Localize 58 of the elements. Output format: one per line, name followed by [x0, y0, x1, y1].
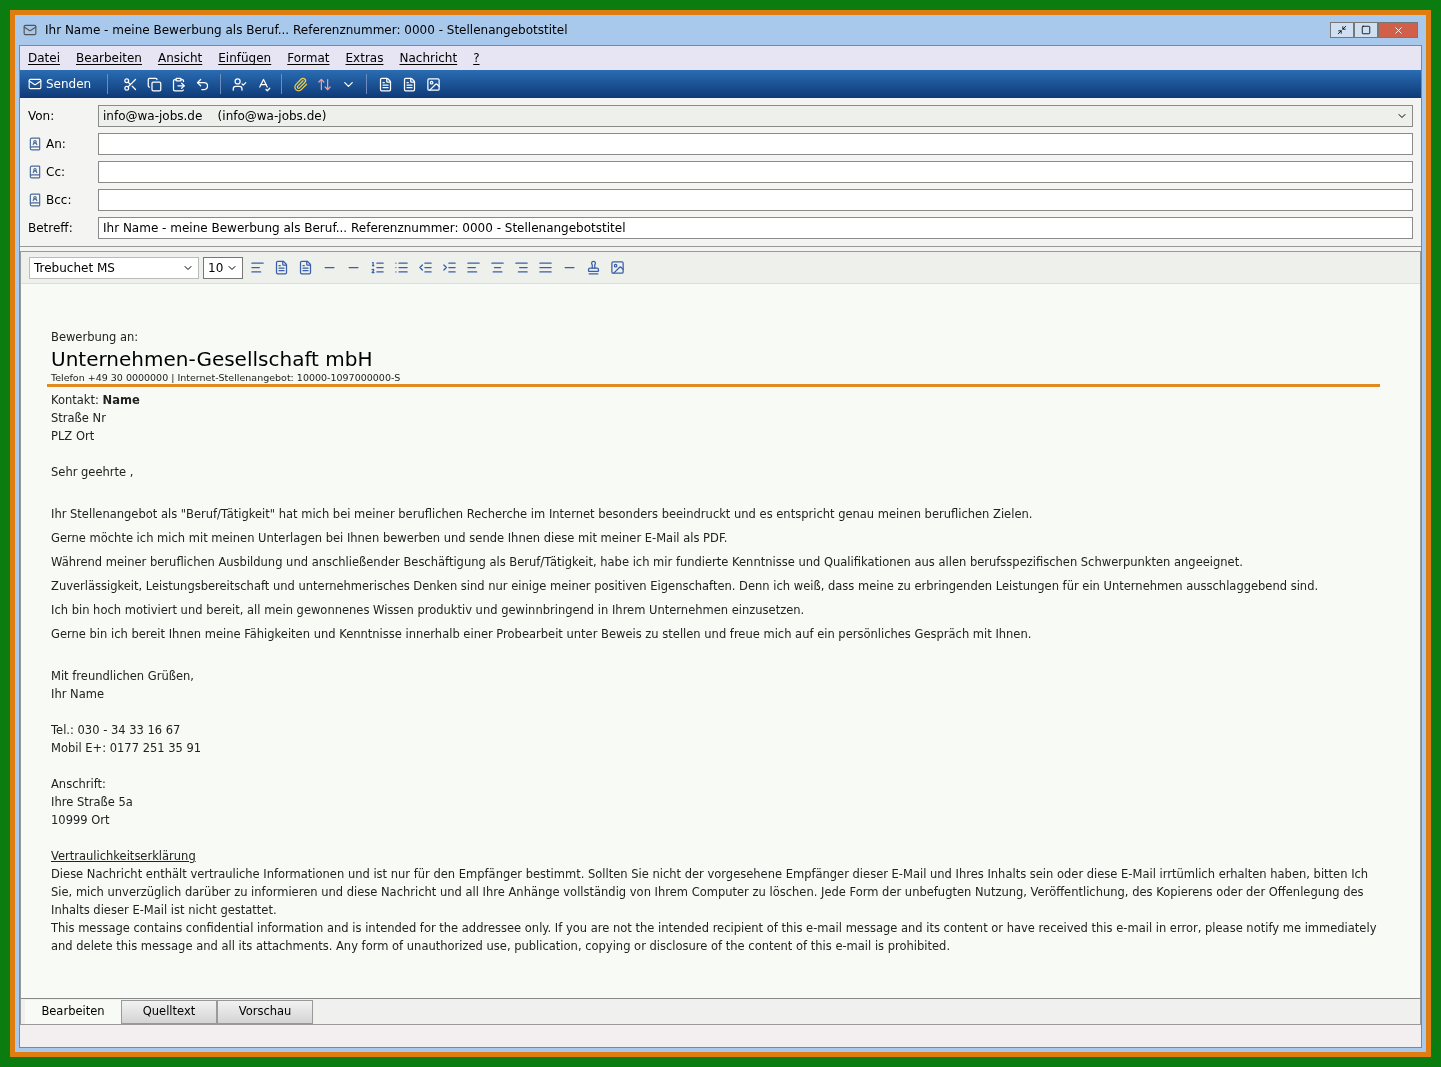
menu-item[interactable]: Format: [287, 49, 330, 67]
field-label: Cc:: [46, 164, 66, 181]
menu-item[interactable]: Ansicht: [157, 49, 203, 67]
menu-item[interactable]: Datei: [28, 49, 60, 67]
phone-line: Mobil E+: 0177 251 35 91: [51, 740, 203, 757]
menu-item[interactable]: Bearbeiten: [76, 49, 142, 67]
field-label: Betreff:: [28, 220, 73, 237]
letter-paragraph: Gerne bin ich bereit Ihnen meine Fähigkeiten und Kenntnisse innerhalb einer Probearbeit unter Beweis zu stellen und freue mich auf ein persönliches Gespräch mit Ihnen.: [51, 626, 1033, 643]
window-title: Ihr Name - meine Bewerbung als Beruf... Referenznummer: 0000 - Stellenangebotstitel: [45, 22, 568, 39]
maximize-icon: [1361, 25, 1371, 35]
recipient-label: Bewerbung an:: [51, 329, 140, 346]
menu-item[interactable]: Extras: [345, 49, 384, 67]
recipient-field[interactable]: [98, 133, 1413, 155]
envelope-icon: [28, 77, 42, 91]
menu-item[interactable]: Einfügen: [218, 49, 272, 67]
mail-icon: [23, 23, 37, 37]
phone-line: Tel.: 030 - 34 33 16 67: [51, 722, 182, 739]
close-icon: [1392, 24, 1404, 36]
view-tab[interactable]: Bearbeiten: [25, 1000, 121, 1024]
address-line: Anschrift:: [51, 776, 107, 793]
field-label: Bcc:: [46, 192, 72, 209]
closing-line: Ihr Name: [51, 686, 105, 703]
address-book-icon[interactable]: [28, 137, 42, 151]
address-line: Ihre Straße 5a: [51, 794, 134, 811]
contact-line: PLZ Ort: [51, 428, 96, 445]
salutation: Sehr geehrte ,: [51, 464, 135, 481]
send-button[interactable]: Senden: [24, 75, 96, 93]
contact-line: Straße Nr: [51, 410, 107, 427]
field-label: An:: [46, 136, 66, 153]
sender-select[interactable]: info@wa-jobs.de (info@wa-jobs.de): [98, 105, 1413, 127]
letter-paragraph: Während meiner beruflichen Ausbildung und anschließender Beschäftigung als Beruf/Tätigkeit, habe ich mir fundierte Kenntnisse und Qualifikationen aus allen berufsspezifischen Schwerpunkten angeeignet.: [51, 554, 1244, 571]
company-name: Unternehmen-Gesellschaft mbH: [51, 346, 374, 372]
size-select[interactable]: 10: [203, 256, 243, 279]
contact-line: Kontakt: Name: [51, 392, 141, 409]
letter-paragraph: Zuverlässigkeit, Leistungsbereitschaft und unternehmerisches Denken sind nur einige meiner positiven Eigenschaften. Denn ich weiß, dass meine zu erbringenden Leistungen für ein Unternehmen ausschlaggebend sind.: [51, 578, 1320, 595]
minimize-button[interactable]: [1330, 22, 1354, 38]
address-book-icon[interactable]: [28, 193, 42, 207]
address-book-icon[interactable]: [28, 165, 42, 179]
disclaimer-paragraph: This message contains confidential information and is intended for the addressee only. If you are not the intended recipient of this e-mail message and its content or have received this e-mail in error, please notify me immediately and delete this message and all its attachments. Any form of unauthorized use, publication, copying or disclosure of the content of this e-mail is prohibited.: [51, 920, 1378, 955]
maximize-button[interactable]: [1354, 22, 1378, 38]
view-tab[interactable]: Vorschau: [217, 1000, 313, 1024]
subject-field[interactable]: Ihr Name - meine Bewerbung als Beruf... Referenznummer: 0000 - Stellenangebotstitel: [98, 217, 1413, 239]
disclaimer-heading: Vertraulichkeitserklärung: [51, 848, 197, 865]
letter-paragraph: Ich bin hoch motiviert und bereit, all mein gewonnenes Wissen produktiv und gewinnbringend in Ihrem Unternehmen einzusetzen.: [51, 602, 806, 619]
menu-item[interactable]: ?: [473, 49, 480, 67]
menu-item[interactable]: Nachricht: [399, 49, 458, 67]
company-info: Telefon +49 30 0000000 | Internet-Stellenangebot: 10000-1097000000-S: [51, 372, 402, 384]
closing-line: Mit freundlichen Grüßen,: [51, 668, 195, 685]
address-line: 10999 Ort: [51, 812, 111, 829]
field-label: Von:: [28, 108, 55, 125]
font-select[interactable]: Trebuchet MS: [29, 256, 199, 279]
view-tab[interactable]: Quelltext: [121, 1000, 217, 1024]
recipient-field[interactable]: [98, 189, 1413, 211]
disclaimer-paragraph: Diese Nachricht enthält vertrauliche Informationen und ist nur für den Empfänger bestimmt. Sollten Sie nicht der vorgesehene Empfänger dieser E-Mail und Ihres Inhalts sein oder diese E-Mail irrtümlich erhalten haben, bitten Ich Sie, mich unverzüglich darüber zu informieren und diese Nachricht und all Ihre Anhänge vollständig von Ihrem Computer zu löschen. Jede Form der unbefugten Nutzung, Veröffentlichung, des Kopierens oder der Offenlegung des Inhalts dieser E-Mail ist nicht gestattet.: [51, 866, 1370, 919]
letter-paragraph: Gerne möchte ich mich mit meinen Unterlagen bei Ihnen bewerben und sende Ihnen diese mit meiner E-Mail als PDF.: [51, 530, 729, 547]
letter-paragraph: Ihr Stellenangebot als "Beruf/Tätigkeit" hat mich bei meiner beruflichen Recherche im Internet besonders beeindruckt und es entspricht genau meinen beruflichen Zielen.: [51, 506, 1034, 523]
minimize-icon: [1337, 25, 1347, 35]
recipient-field[interactable]: [98, 161, 1413, 183]
